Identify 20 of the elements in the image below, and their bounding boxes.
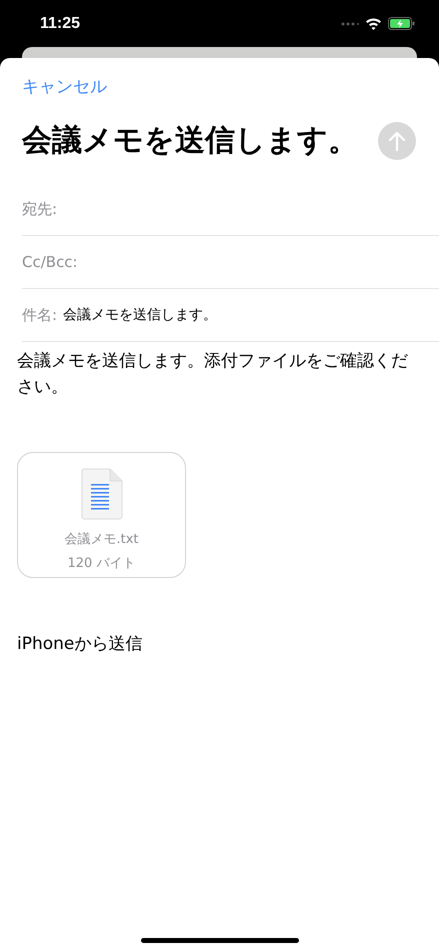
- document-icon: [80, 468, 122, 520]
- header-field[interactable]: 件名: 会議メモを送信します。: [22, 289, 439, 342]
- attachment-card[interactable]: 会議メモ.txt 120 バイト: [17, 452, 186, 578]
- attachment-name: 会議メモ.txt: [64, 531, 139, 548]
- status-time: 11:25: [40, 14, 80, 32]
- wifi-icon: [365, 17, 382, 30]
- cancel-button[interactable]: キャンセル: [22, 75, 107, 98]
- field-label: 宛先:: [22, 200, 58, 218]
- signal-icon: [341, 22, 359, 26]
- battery-icon: [388, 17, 415, 30]
- up-arrow-icon: [388, 130, 406, 150]
- header-field[interactable]: Cc/Bcc:: [22, 236, 439, 289]
- field-label: Cc/Bcc:: [22, 253, 78, 271]
- attachment-size: 120 バイト: [68, 555, 136, 572]
- header-field[interactable]: 宛先:: [22, 183, 439, 236]
- field-value: 会議メモを送信します。: [63, 306, 218, 324]
- message-body: 会議メモを送信します。添付ファイルをご確認ください。: [17, 350, 409, 399]
- signature: iPhoneから送信: [17, 633, 144, 655]
- mail-title: 会議メモを送信します。: [22, 122, 358, 160]
- field-label: 件名:: [22, 306, 58, 324]
